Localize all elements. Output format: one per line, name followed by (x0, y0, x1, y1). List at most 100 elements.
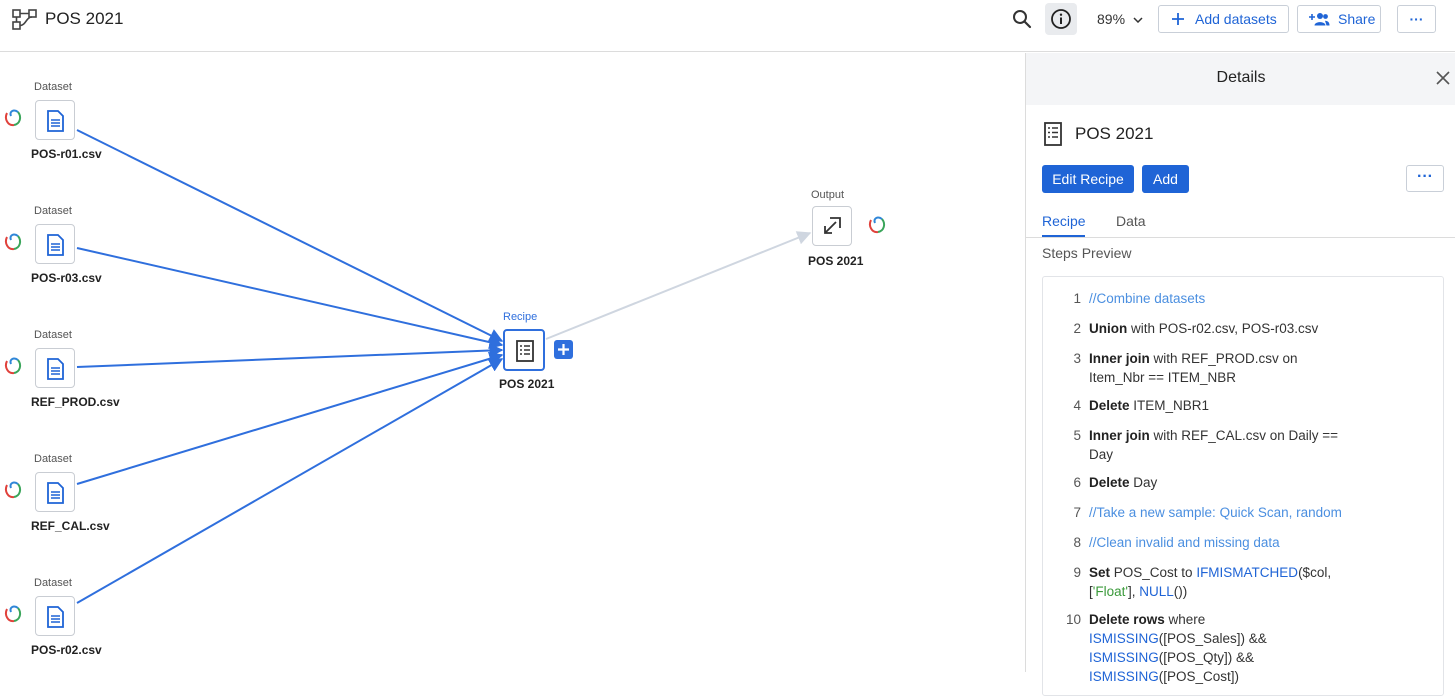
more-options-button[interactable]: ··· (1406, 165, 1444, 192)
step-text: Inner join with REF_CAL.csv on Daily == … (1089, 426, 1351, 464)
edge-ref-cal (76, 351, 504, 485)
step-token: ()) (1173, 584, 1188, 599)
step-token: ([POS_Cost]) (1158, 669, 1240, 684)
node-caption: Dataset (34, 81, 72, 93)
step-token: //Combine datasets (1089, 291, 1206, 306)
step-text: Delete ITEM_NBR1 (1089, 396, 1351, 415)
add-button[interactable]: Add (1142, 165, 1189, 193)
document-icon (47, 482, 64, 504)
step-text: //Combine datasets (1089, 289, 1351, 308)
step-token: Day (1129, 475, 1158, 490)
add-people-icon (1309, 13, 1330, 26)
node-caption: Dataset (34, 329, 72, 341)
info-button[interactable] (1045, 3, 1077, 35)
output-icon (824, 217, 841, 234)
share-label: Share (1338, 11, 1376, 27)
step-number: 2 (1073, 321, 1081, 336)
node-caption: Dataset (34, 453, 72, 465)
tab-recipe[interactable]: Recipe (1042, 213, 1086, 229)
steps-preview-list[interactable]: 1 //Combine datasets 2 Union with POS-r02.… (1042, 276, 1444, 696)
step-number: 9 (1073, 565, 1081, 580)
step-token: Delete (1089, 475, 1130, 490)
edge-pos-r02 (76, 358, 504, 604)
add-step-button[interactable] (554, 340, 573, 359)
status-swirl-icon (868, 216, 886, 234)
step-token: 'Float' (1092, 584, 1128, 599)
step-token: //Clean invalid and missing data (1089, 535, 1280, 550)
step-number: 8 (1073, 535, 1081, 550)
active-tab-indicator (1042, 235, 1085, 237)
dataset-name: REF_CAL.csv (31, 519, 110, 533)
step-text: Set POS_Cost to IFMISMATCHED($col, ['Flo… (1089, 563, 1341, 601)
step-token: with POS-r02.csv, POS-r03.csv (1127, 321, 1319, 336)
chevron-down-icon (1133, 17, 1143, 24)
step-number: 3 (1073, 351, 1081, 366)
step-token: Delete (1089, 398, 1130, 413)
step-token: ITEM_NBR1 (1129, 398, 1210, 413)
dataset-node[interactable] (35, 472, 75, 512)
step-token: Inner join (1089, 351, 1150, 366)
step-token: where (1164, 612, 1206, 627)
edge-ref-prod (76, 343, 504, 368)
step-number: 5 (1073, 428, 1081, 443)
tab-data[interactable]: Data (1116, 213, 1146, 229)
node-caption: Dataset (34, 205, 72, 217)
step-token: POS_Cost to (1110, 565, 1197, 580)
zoom-level: 89% (1097, 11, 1126, 27)
step-text: Inner join with REF_PROD.csv on Item_Nbr… (1089, 349, 1351, 387)
step-token: ([POS_Qty]) && (1158, 650, 1255, 665)
recipe-node[interactable] (503, 329, 545, 371)
dataset-node[interactable] (35, 100, 75, 140)
dataset-name: POS-r03.csv (31, 271, 102, 285)
plus-icon (1172, 13, 1184, 25)
dataset-name: POS-r01.csv (31, 147, 102, 161)
step-number: 4 (1073, 398, 1081, 413)
output-node[interactable] (812, 206, 852, 246)
output-caption: Output (811, 189, 845, 201)
more-icon: ··· (1409, 11, 1424, 27)
top-bar: POS 2021 89% Add datasets Share ··· (0, 0, 1455, 52)
document-icon (47, 234, 64, 256)
flow-icon (12, 9, 37, 30)
dataset-node[interactable] (35, 596, 75, 636)
recipe-name: POS 2021 (1075, 124, 1154, 143)
step-text: Delete rows where ISMISSING([POS_Sales])… (1089, 610, 1269, 686)
step-token: Union (1089, 321, 1128, 336)
search-icon[interactable] (1010, 7, 1034, 31)
page-title: POS 2021 (45, 9, 124, 28)
details-panel: Details POS 2021 Edit Recipe Add ··· Rec… (1025, 53, 1455, 696)
flow-canvas[interactable]: Dataset POS-r01.csv Dataset POS-r03.csv … (0, 53, 1025, 672)
step-token: NULL (1139, 584, 1174, 599)
more-options-button[interactable]: ··· (1397, 5, 1436, 33)
zoom-dropdown[interactable]: 89% (1097, 11, 1143, 27)
output-name: POS 2021 (808, 254, 864, 268)
step-number: 1 (1073, 291, 1081, 306)
step-token: ISMISSING (1089, 631, 1159, 646)
step-token: Inner join (1089, 428, 1150, 443)
recipe-caption: Recipe (503, 311, 538, 323)
edge-pos-r03 (76, 247, 504, 350)
steps-preview-title: Steps Preview (1042, 245, 1132, 261)
step-token: Set (1089, 565, 1111, 580)
document-icon (47, 110, 64, 132)
step-token: Delete rows (1089, 612, 1165, 627)
status-swirl-icon (4, 481, 22, 499)
step-text: Union with POS-r02.csv, POS-r03.csv (1089, 319, 1351, 338)
add-datasets-label: Add datasets (1195, 11, 1277, 27)
info-icon (1051, 9, 1071, 29)
edit-recipe-button[interactable]: Edit Recipe (1042, 165, 1134, 193)
status-swirl-icon (4, 109, 22, 127)
share-button[interactable]: Share (1297, 5, 1381, 33)
step-token: ([POS_Sales]) && (1158, 631, 1267, 646)
status-swirl-icon (4, 605, 22, 623)
recipe-icon (516, 340, 534, 362)
edge-recipe-output (545, 231, 812, 340)
add-datasets-button[interactable]: Add datasets (1158, 5, 1289, 33)
dataset-node[interactable] (35, 348, 75, 388)
step-token: IFMISMATCHED (1196, 565, 1299, 580)
dataset-name: REF_PROD.csv (31, 395, 120, 409)
edge-pos-r01 (76, 129, 504, 342)
status-swirl-icon (4, 357, 22, 375)
close-icon[interactable] (1436, 71, 1450, 85)
dataset-node[interactable] (35, 224, 75, 264)
